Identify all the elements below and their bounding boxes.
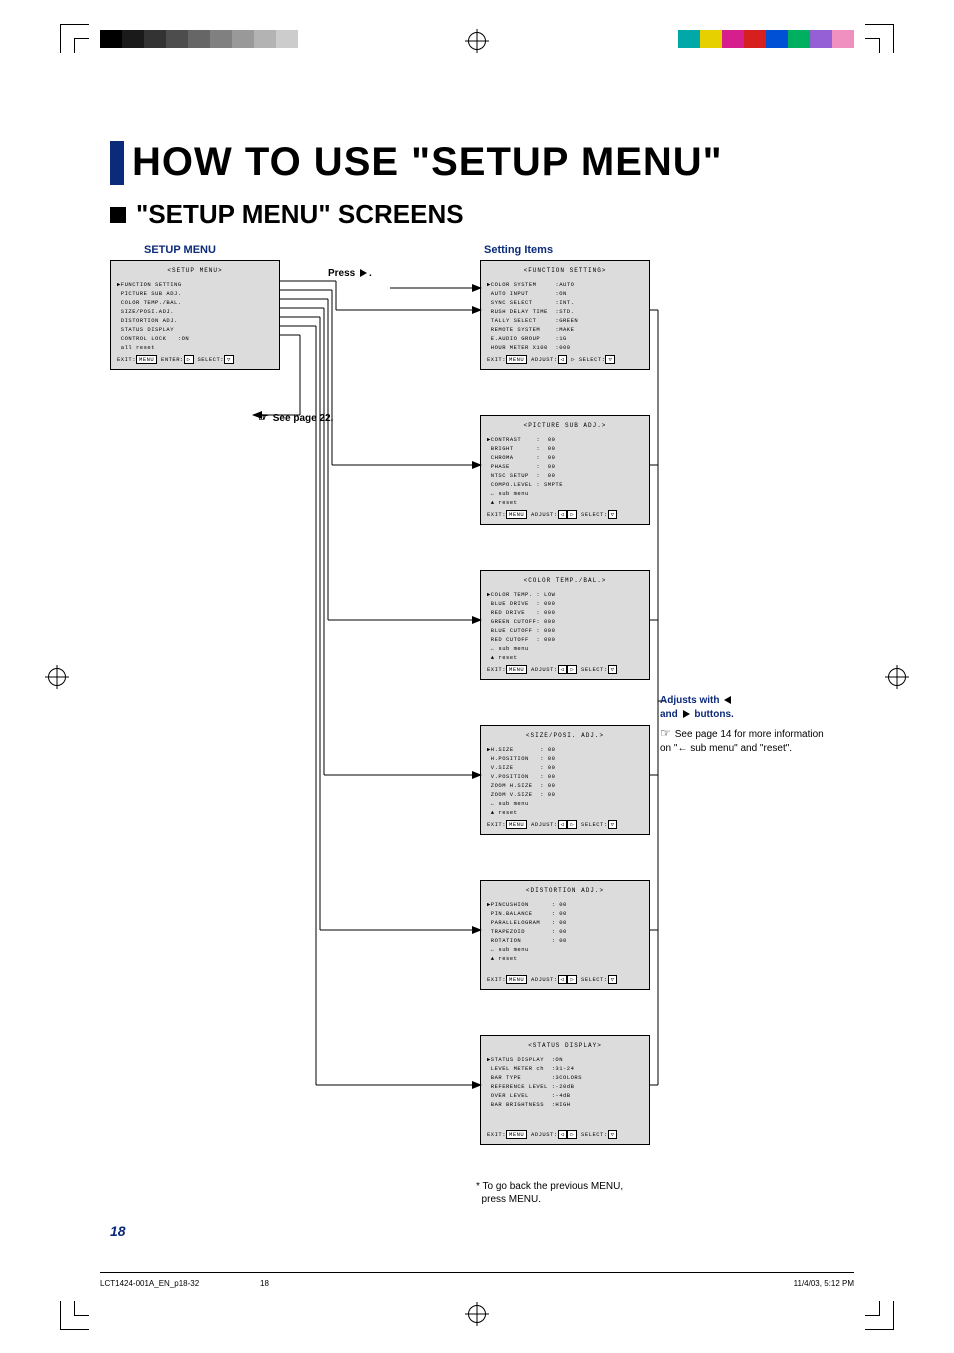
triangle-right-icon bbox=[683, 710, 690, 718]
footnote-back-menu: * To go back the previous MENU, press ME… bbox=[476, 1180, 623, 1206]
see-page-22: ☞See page 22. bbox=[258, 410, 333, 424]
hand-pointer-icon: ☞ bbox=[660, 726, 671, 740]
doc-footer-center: 18 bbox=[260, 1279, 269, 1288]
page-title: HOW TO USE "SETUP MENU" bbox=[132, 140, 723, 185]
section-bullet-icon bbox=[110, 207, 126, 223]
osd-footer: EXIT:MENU ADJUST:◁ ▷ SELECT:▽ bbox=[487, 355, 643, 364]
osd-screen-4: <DISTORTION ADJ.> ▶PINCUSHION : 00 PIN.BA… bbox=[480, 880, 650, 990]
osd-screen-5: <STATUS DISPLAY> ▶STATUS DISPLAY :ON LEVE… bbox=[480, 1035, 650, 1145]
osd-setup-menu: <SETUP MENU> ▶FUNCTION SETTING PICTURE S… bbox=[110, 260, 280, 370]
press-right-label: Press . bbox=[328, 268, 372, 279]
osd-footer: EXIT:MENU ADJUST:◁▷ SELECT:▽ bbox=[487, 820, 643, 829]
triangle-right-icon bbox=[360, 269, 367, 277]
osd-footer: EXIT:MENU ENTER:▷ SELECT:▽ bbox=[117, 355, 273, 364]
osd-body: ▶H.SIZE : 00 H.POSITION : 00 V.SIZE : 00… bbox=[487, 745, 643, 817]
doc-footer: LCT1424-001A_EN_p18-32 18 11/4/03, 5:12 … bbox=[100, 1272, 854, 1293]
osd-body: ▶COLOR SYSTEM :AUTO AUTO INPUT :ON SYNC … bbox=[487, 280, 643, 352]
doc-footer-right: 11/4/03, 5:12 PM bbox=[794, 1279, 854, 1288]
registration-target-icon bbox=[468, 32, 486, 50]
osd-title: <DISTORTION ADJ.> bbox=[487, 887, 643, 894]
section-heading: "SETUP MENU" SCREENS bbox=[136, 199, 464, 230]
osd-screen-0: <FUNCTION SETTING> ▶COLOR SYSTEM :AUTO AU… bbox=[480, 260, 650, 370]
printer-marks-top bbox=[0, 10, 954, 70]
osd-footer: EXIT:MENU ADJUST:◁▷ SELECT:▽ bbox=[487, 975, 643, 984]
registration-target-icon bbox=[468, 1305, 486, 1323]
osd-body: ▶FUNCTION SETTING PICTURE SUB ADJ. COLOR… bbox=[117, 280, 273, 352]
osd-title: <STATUS DISPLAY> bbox=[487, 1042, 643, 1049]
adjust-note: Adjusts with and buttons. ☞See page 14 f… bbox=[660, 694, 825, 756]
hand-pointer-icon: ☞ bbox=[258, 410, 269, 424]
osd-footer: EXIT:MENU ADJUST:◁▷ SELECT:▽ bbox=[487, 665, 643, 674]
osd-title: <SETUP MENU> bbox=[117, 267, 273, 274]
osd-body: ▶STATUS DISPLAY :ON LEVEL METER ch :31-2… bbox=[487, 1055, 643, 1109]
osd-body: ▶COLOR TEMP. : LOW BLUE DRIVE : 000 RED … bbox=[487, 590, 643, 662]
osd-footer: EXIT:MENU ADJUST:◁▷ SELECT:▽ bbox=[487, 1130, 643, 1139]
column-label-setup-menu: SETUP MENU bbox=[144, 244, 216, 256]
triangle-left-icon bbox=[724, 696, 731, 704]
registration-target-icon bbox=[888, 668, 906, 686]
osd-screen-2: <COLOR TEMP./BAL.> ▶COLOR TEMP. : LOW BLU… bbox=[480, 570, 650, 680]
osd-title: <FUNCTION SETTING> bbox=[487, 267, 643, 274]
page-number: 18 bbox=[110, 1223, 126, 1239]
osd-body: ▶PINCUSHION : 00 PIN.BALANCE : 00 PARALL… bbox=[487, 900, 643, 963]
osd-body: ▶CONTRAST : 00 BRIGHT : 00 CHROMA : 00 P… bbox=[487, 435, 643, 507]
osd-title: <COLOR TEMP./BAL.> bbox=[487, 577, 643, 584]
registration-target-icon bbox=[48, 668, 66, 686]
osd-title: <PICTURE SUB ADJ.> bbox=[487, 422, 643, 429]
doc-footer-left: LCT1424-001A_EN_p18-32 bbox=[100, 1279, 199, 1288]
osd-title: <SIZE/POSI. ADJ.> bbox=[487, 732, 643, 739]
osd-screen-1: <PICTURE SUB ADJ.> ▶CONTRAST : 00 BRIGHT … bbox=[480, 415, 650, 525]
osd-screen-3: <SIZE/POSI. ADJ.> ▶H.SIZE : 00 H.POSITION… bbox=[480, 725, 650, 835]
title-accent-bar bbox=[110, 141, 124, 185]
osd-footer: EXIT:MENU ADJUST:◁▷ SELECT:▽ bbox=[487, 510, 643, 519]
column-label-setting-items: Setting Items bbox=[484, 244, 553, 256]
